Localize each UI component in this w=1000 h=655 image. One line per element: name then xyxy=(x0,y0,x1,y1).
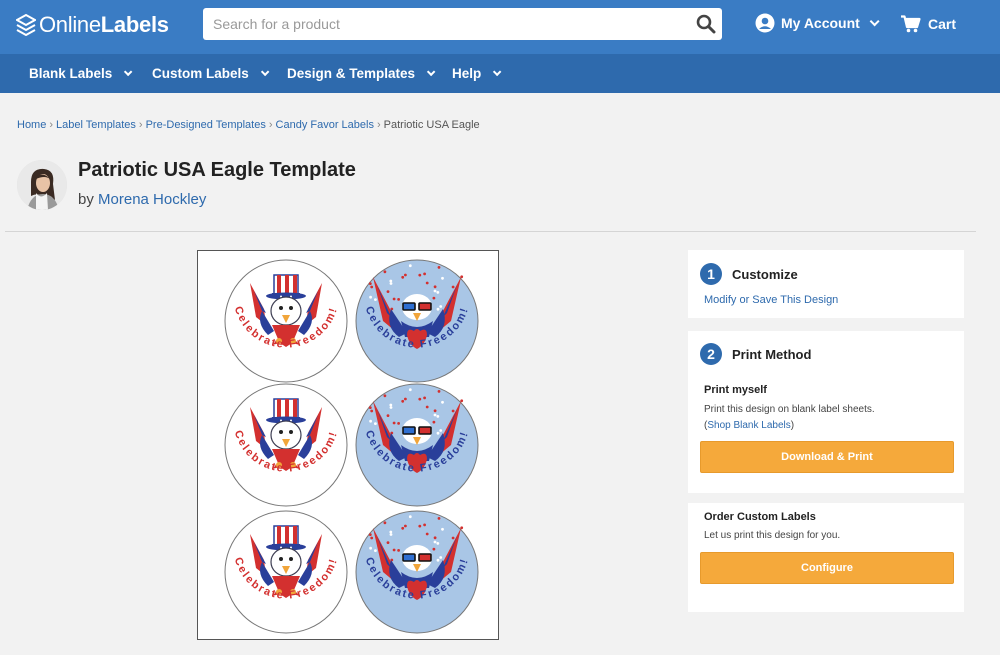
top-header: OnlineLabels My Account Cart xyxy=(0,0,1000,54)
configure-button[interactable]: Configure xyxy=(700,552,954,584)
breadcrumb-label-templates[interactable]: Label Templates xyxy=(56,119,136,131)
print-myself-title: Print myself xyxy=(704,384,767,396)
user-icon xyxy=(755,13,775,33)
step-number: 1 xyxy=(700,263,722,285)
nav-label: Blank Labels xyxy=(29,66,113,81)
breadcrumb-home[interactable]: Home xyxy=(17,119,46,131)
chevron-down-icon xyxy=(124,67,133,76)
breadcrumb-separator: › xyxy=(268,119,273,131)
modify-design-link[interactable]: Modify or Save This Design xyxy=(704,294,838,306)
download-print-button[interactable]: Download & Print xyxy=(700,441,954,473)
card-separator xyxy=(688,493,964,503)
nav-label: Custom Labels xyxy=(152,66,249,81)
nav-custom-labels[interactable]: Custom Labels xyxy=(152,66,270,81)
breadcrumb-current: Patriotic USA Eagle xyxy=(383,119,480,131)
nav-blank-labels[interactable]: Blank Labels xyxy=(29,66,133,81)
customize-title: Customize xyxy=(732,267,798,282)
shop-blank-labels-link[interactable]: Shop Blank Labels xyxy=(707,420,790,431)
print-method-title: Print Method xyxy=(732,347,812,362)
breadcrumb-candy-favor-labels[interactable]: Candy Favor Labels xyxy=(276,119,374,131)
print-myself-card: Print myself Print this design on blank … xyxy=(700,375,954,483)
nav-label: Help xyxy=(452,66,482,81)
breadcrumb-separator: › xyxy=(138,119,143,131)
chevron-down-icon xyxy=(493,67,502,76)
cart-icon xyxy=(901,15,921,33)
chevron-down-icon xyxy=(426,67,436,76)
chevron-down-icon xyxy=(869,15,880,26)
search-icon[interactable] xyxy=(696,14,716,34)
nav-help[interactable]: Help xyxy=(452,66,502,81)
my-account-menu[interactable]: My Account xyxy=(755,13,880,33)
title-divider xyxy=(5,231,976,232)
byline-prefix: by xyxy=(78,191,94,208)
breadcrumb: Home › Label Templates › Pre-Designed Templa… xyxy=(17,119,480,131)
logo-icon xyxy=(16,14,36,36)
main-nav: Blank Labels Custom Labels Design & Temp… xyxy=(0,54,1000,93)
breadcrumb-separator: › xyxy=(49,119,54,131)
round-label: Celebrate Freedom! xyxy=(224,383,348,507)
order-custom-card: Order Custom Labels Let us print this de… xyxy=(700,503,954,598)
breadcrumb-pre-designed-templates[interactable]: Pre-Designed Templates xyxy=(146,119,266,131)
author-link[interactable]: Morena Hockley xyxy=(98,191,206,208)
shop-blank-labels-line: (Shop Blank Labels) xyxy=(704,420,794,431)
chevron-down-icon xyxy=(260,67,270,76)
my-account-label: My Account xyxy=(781,15,860,31)
round-label: Celebrate Freedom! xyxy=(355,383,479,507)
print-method-panel: 2 Print Method Print myself Print this d… xyxy=(688,331,964,612)
author-byline: by Morena Hockley xyxy=(78,191,206,208)
label-sheet-graphic: Celebrate Freedom! Celebrate Freedom!Cele… xyxy=(224,259,479,634)
round-label: Celebrate Freedom! xyxy=(355,259,479,383)
cart-link[interactable]: Cart xyxy=(901,15,956,33)
round-label: Celebrate Freedom! xyxy=(224,510,348,634)
order-custom-text: Let us print this design for you. xyxy=(704,530,841,541)
logo-text: OnlineLabels xyxy=(39,12,169,37)
label-sheet-preview: Celebrate Freedom! Celebrate Freedom! Cele… xyxy=(197,250,499,640)
search-box xyxy=(203,8,722,40)
round-label: Celebrate Freedom! xyxy=(224,259,348,383)
order-custom-title: Order Custom Labels xyxy=(704,511,816,523)
cart-label: Cart xyxy=(928,16,957,32)
print-myself-text: Print this design on blank label sheets. xyxy=(704,404,875,415)
customize-panel: 1 Customize Modify or Save This Design xyxy=(688,250,964,318)
round-label: Celebrate Freedom! xyxy=(355,510,479,634)
author-avatar xyxy=(17,160,67,210)
breadcrumb-separator: › xyxy=(376,119,381,131)
nav-design-templates[interactable]: Design & Templates xyxy=(287,66,436,81)
step-number: 2 xyxy=(700,343,722,365)
page-title: Patriotic USA Eagle Template xyxy=(78,159,356,181)
search-input[interactable] xyxy=(203,8,683,40)
paren-close: ) xyxy=(790,420,795,431)
nav-label: Design & Templates xyxy=(287,66,416,81)
onlinelabels-logo[interactable]: OnlineLabels xyxy=(16,12,169,38)
